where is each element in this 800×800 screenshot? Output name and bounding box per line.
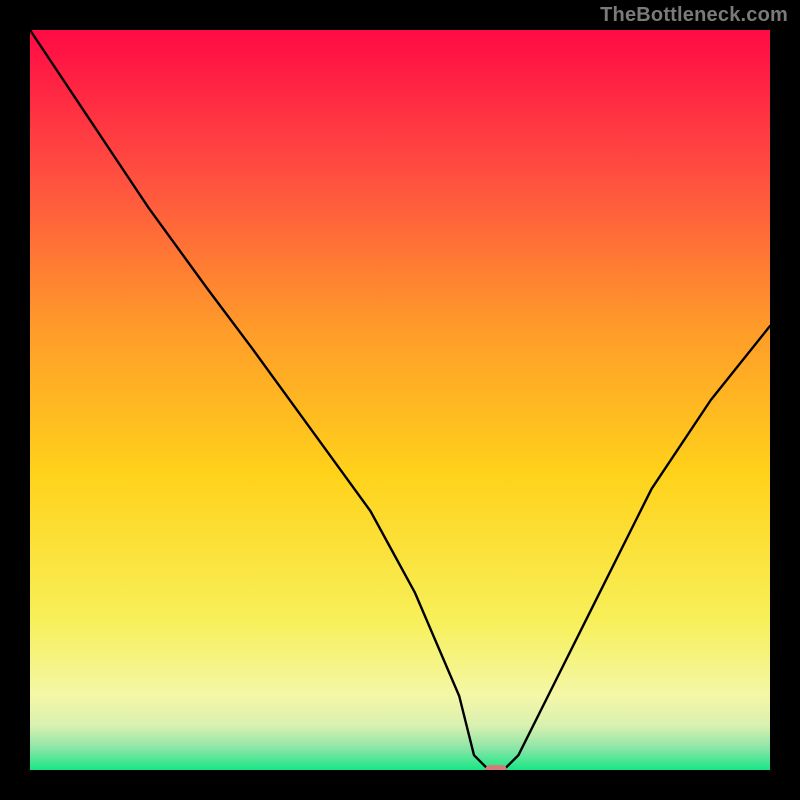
optimal-marker [485,765,507,770]
plot-area [30,30,770,770]
bottleneck-curve [30,30,770,770]
attribution-label: TheBottleneck.com [600,4,788,27]
chart-container: TheBottleneck.com [0,0,800,800]
